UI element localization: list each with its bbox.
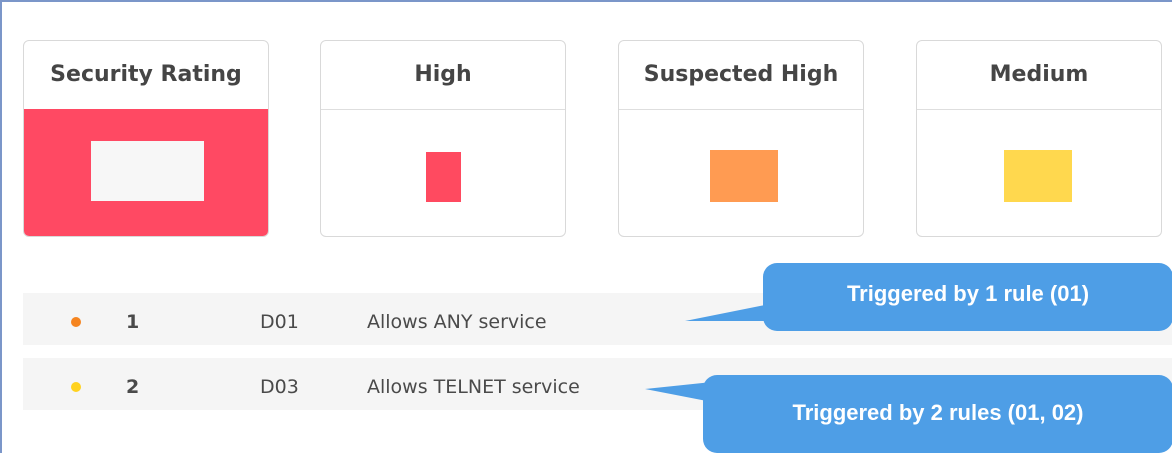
callout-triggered-2: Triggered by 2 rules (01, 02): [703, 375, 1172, 453]
callout-pointer-1: [685, 304, 770, 321]
callout-triggered-1: Triggered by 1 rule (01): [763, 263, 1172, 331]
callout-pointer-2: [645, 382, 712, 402]
